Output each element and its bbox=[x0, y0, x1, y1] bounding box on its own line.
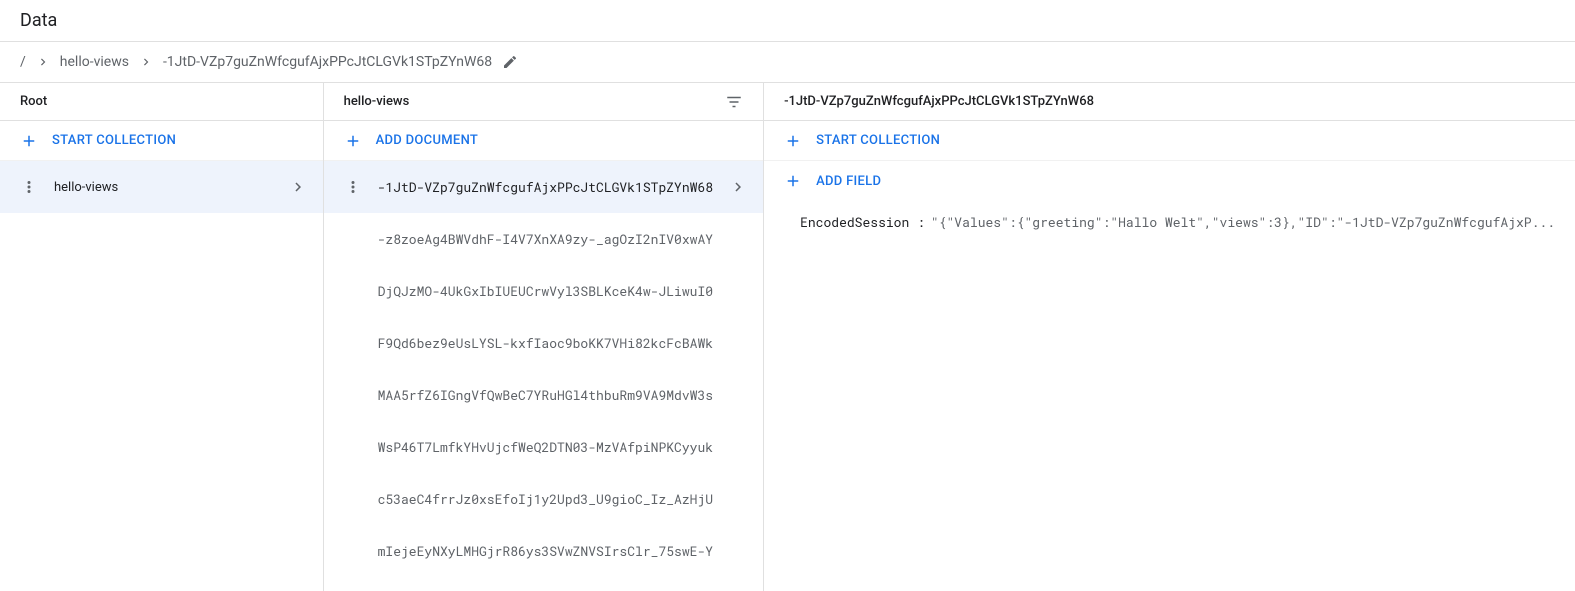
document-item-label: WsP46T7LmfkYHvUjcfWeQ2DTN03-MzVAfpiNPKCy… bbox=[378, 438, 713, 456]
collection-item-label: hello-views bbox=[54, 180, 273, 195]
chevron-right-icon bbox=[36, 55, 50, 69]
page-title: Data bbox=[20, 10, 1555, 31]
plus-icon bbox=[784, 132, 802, 150]
document-item-label: -z8zoeAg4BWVdhF-I4V7XnXA9zy-_agOzI2nIV0x… bbox=[378, 230, 713, 248]
document-item[interactable]: MAA5rfZ6IGngVfQwBeC7YRuHGl4thbuRm9VA9Mdv… bbox=[324, 369, 763, 421]
document-item-label: F9Qd6bez9eUsLYSL-kxfIaoc9boKK7VHi82kcFcB… bbox=[378, 334, 713, 352]
field-key: EncodedSession : bbox=[800, 213, 925, 231]
document-item-label: -1JtD-VZp7guZnWfcgufAjxPPcJtCLGVk1STpZYn… bbox=[378, 178, 713, 196]
add-document-label: ADD DOCUMENT bbox=[376, 133, 479, 148]
panel-docs-title: hello-views bbox=[344, 94, 410, 109]
more-vert-icon[interactable] bbox=[20, 178, 38, 196]
document-item-label: MAA5rfZ6IGngVfQwBeC7YRuHGl4thbuRm9VA9Mdv… bbox=[378, 386, 713, 404]
chevron-right-icon bbox=[139, 55, 153, 69]
document-item[interactable]: -1JtD-VZp7guZnWfcgufAjxPPcJtCLGVk1STpZYn… bbox=[324, 161, 763, 213]
filter-icon[interactable] bbox=[725, 93, 743, 111]
panel-documents: hello-views ADD DOCUMENT -1JtD-VZp7guZnW… bbox=[324, 83, 764, 591]
document-item[interactable]: WsP46T7LmfkYHvUjcfWeQ2DTN03-MzVAfpiNPKCy… bbox=[324, 421, 763, 473]
field-value: "{"Values":{"greeting":"Hallo Welt","vie… bbox=[931, 213, 1555, 231]
panel-fields-header: -1JtD-VZp7guZnWfcgufAjxPPcJtCLGVk1STpZYn… bbox=[764, 83, 1575, 121]
breadcrumb-segment[interactable]: -1JtD-VZp7guZnWfcgufAjxPPcJtCLGVk1STpZYn… bbox=[163, 54, 492, 70]
field-row[interactable]: EncodedSession : "{"Values":{"greeting":"… bbox=[764, 201, 1575, 243]
pencil-icon[interactable] bbox=[502, 54, 518, 70]
panel-root-title: Root bbox=[20, 94, 47, 109]
breadcrumb-segment[interactable]: hello-views bbox=[60, 54, 129, 70]
add-field-label: ADD FIELD bbox=[816, 174, 881, 189]
document-item[interactable]: DjQJzMO-4UkGxIbIUEUCrwVyl3SBLKceK4w-JLiw… bbox=[324, 265, 763, 317]
collection-item[interactable]: hello-views bbox=[0, 161, 323, 213]
add-field-button[interactable]: ADD FIELD bbox=[764, 161, 1575, 201]
document-item[interactable]: -z8zoeAg4BWVdhF-I4V7XnXA9zy-_agOzI2nIV0x… bbox=[324, 213, 763, 265]
document-item-label: DjQJzMO-4UkGxIbIUEUCrwVyl3SBLKceK4w-JLiw… bbox=[378, 282, 713, 300]
plus-icon bbox=[344, 132, 362, 150]
document-item[interactable]: F9Qd6bez9eUsLYSL-kxfIaoc9boKK7VHi82kcFcB… bbox=[324, 317, 763, 369]
panel-fields: -1JtD-VZp7guZnWfcgufAjxPPcJtCLGVk1STpZYn… bbox=[764, 83, 1575, 591]
document-item-label: mIejeEyNXyLMHGjrR86ys3SVwZNVSIrsClr_75sw… bbox=[378, 542, 713, 560]
more-vert-icon[interactable] bbox=[344, 178, 362, 196]
panel-root: Root START COLLECTION hello-views bbox=[0, 83, 324, 591]
add-document-button[interactable]: ADD DOCUMENT bbox=[324, 121, 763, 161]
start-collection-label: START COLLECTION bbox=[52, 133, 176, 148]
breadcrumb-root-slash[interactable]: / bbox=[20, 54, 26, 70]
start-collection-button[interactable]: START COLLECTION bbox=[0, 121, 323, 161]
chevron-right-icon bbox=[289, 178, 307, 196]
document-item[interactable]: mIejeEyNXyLMHGjrR86ys3SVwZNVSIrsClr_75sw… bbox=[324, 525, 763, 577]
breadcrumb: / hello-views -1JtD-VZp7guZnWfcgufAjxPPc… bbox=[0, 42, 1575, 82]
panel-fields-title: -1JtD-VZp7guZnWfcgufAjxPPcJtCLGVk1STpZYn… bbox=[784, 94, 1094, 109]
plus-icon bbox=[20, 132, 38, 150]
plus-icon bbox=[784, 172, 802, 190]
chevron-right-icon bbox=[729, 178, 747, 196]
document-item-label: c53aeC4frrJz0xsEfoIj1y2Upd3_U9gioC_Iz_Az… bbox=[378, 490, 713, 508]
start-collection-label: START COLLECTION bbox=[816, 133, 940, 148]
document-item[interactable]: c53aeC4frrJz0xsEfoIj1y2Upd3_U9gioC_Iz_Az… bbox=[324, 473, 763, 525]
start-collection-button[interactable]: START COLLECTION bbox=[764, 121, 1575, 161]
panel-root-header: Root bbox=[0, 83, 323, 121]
panel-docs-header: hello-views bbox=[324, 83, 763, 121]
